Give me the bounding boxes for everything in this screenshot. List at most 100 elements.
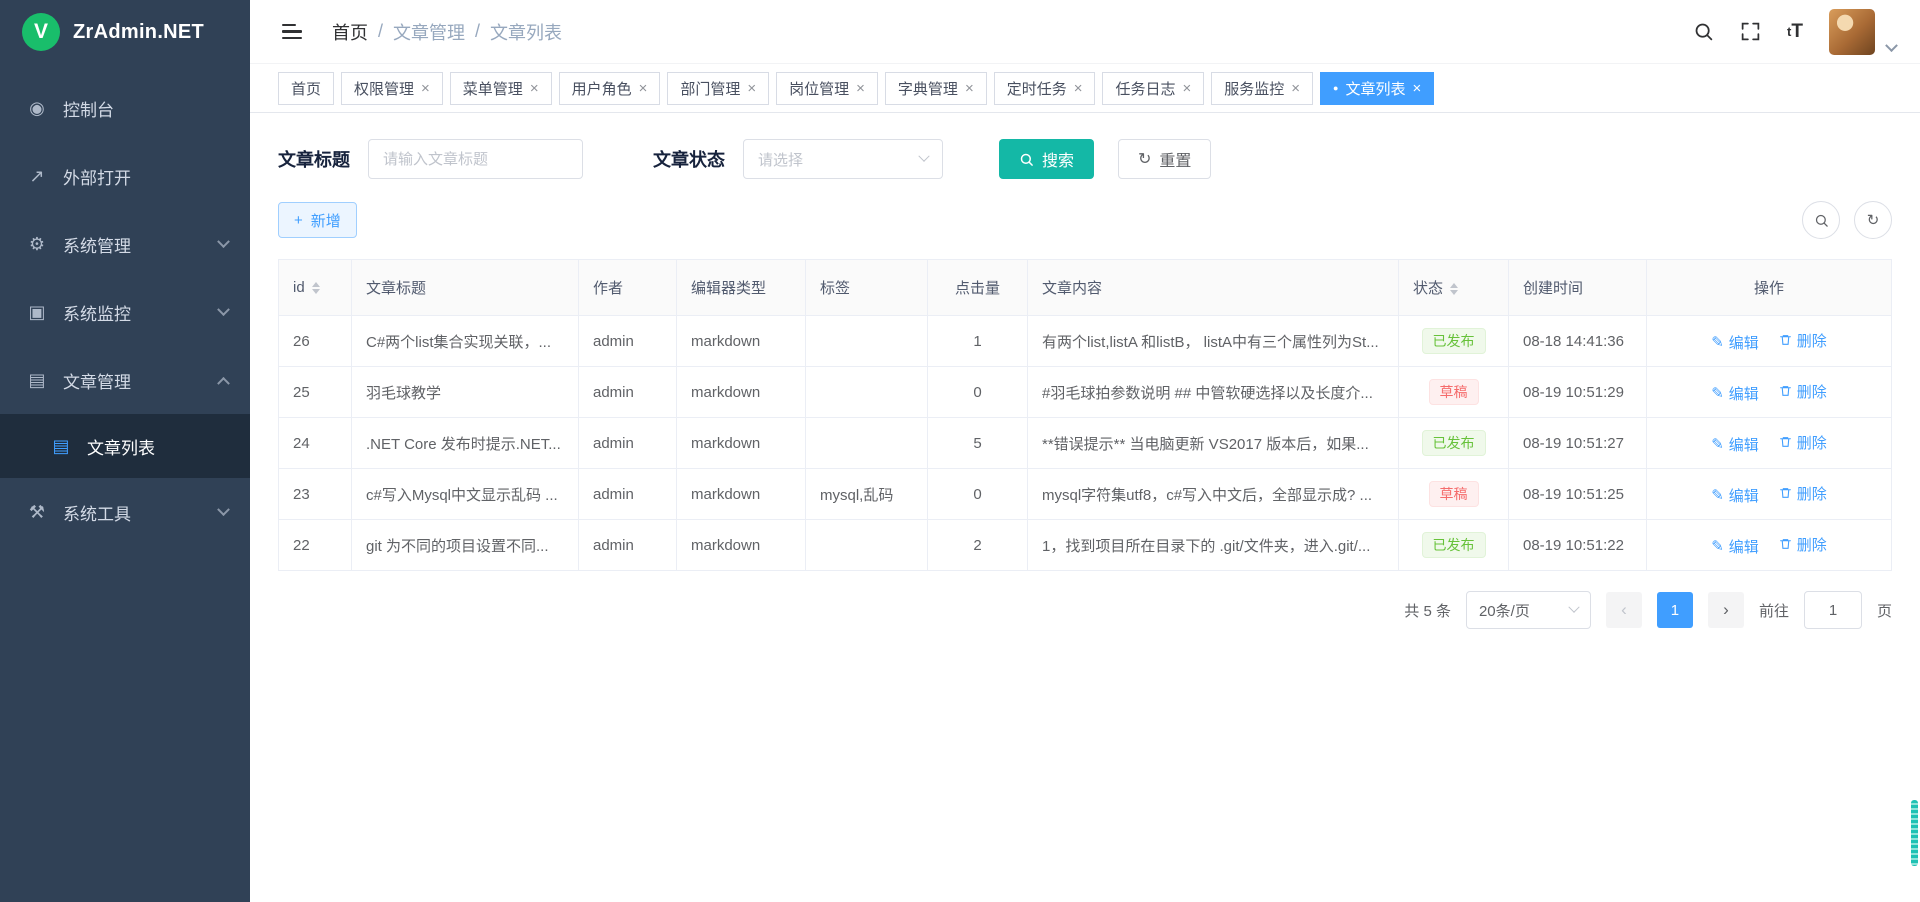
cell-content: **错误提示** 当电脑更新 VS2017 版本后，如果... [1028, 418, 1399, 469]
cell-created: 08-19 10:51:25 [1509, 469, 1647, 520]
article-status-select[interactable]: 请选择 [743, 139, 943, 179]
article-title-label: 文章标题 [278, 146, 350, 172]
cell-actions: ✎编辑删除 [1647, 367, 1892, 418]
table-header-row: id 文章标题 作者 编辑器类型 标签 点击量 文章内容 状态 创建时间 操作 [279, 260, 1892, 316]
close-icon[interactable]: × [421, 81, 430, 96]
close-icon[interactable]: × [856, 81, 865, 96]
article-title-input[interactable] [368, 139, 583, 179]
top-header: 首页 / 文章管理 / 文章列表 tT [250, 0, 1920, 64]
delete-link[interactable]: 删除 [1779, 483, 1827, 504]
sort-icon[interactable] [312, 282, 320, 294]
sidebar-item-system-admin[interactable]: ⚙ 系统管理 [0, 210, 250, 278]
delete-link[interactable]: 删除 [1779, 330, 1827, 351]
sidebar-item-label: 外部打开 [63, 164, 228, 189]
edit-link[interactable]: ✎编辑 [1711, 332, 1759, 353]
edit-link[interactable]: ✎编辑 [1711, 536, 1759, 557]
cell-status: 草稿 [1399, 367, 1509, 418]
edit-icon: ✎ [1711, 486, 1724, 504]
close-icon[interactable]: × [965, 81, 974, 96]
sidebar-item-system-tools[interactable]: ⚒ 系统工具 [0, 478, 250, 546]
cell-title: .NET Core 发布时提示.NET... [352, 418, 579, 469]
cell-actions: ✎编辑删除 [1647, 418, 1892, 469]
delete-link[interactable]: 删除 [1779, 381, 1827, 402]
chevron-down-icon [217, 503, 230, 516]
cell-created: 08-19 10:51:29 [1509, 367, 1647, 418]
tab-dictionary[interactable]: 字典管理 × [885, 72, 987, 105]
fullscreen-icon[interactable] [1740, 21, 1761, 42]
trash-icon [1779, 333, 1792, 347]
font-size-icon[interactable]: tT [1787, 21, 1803, 43]
scrollbar-thumb[interactable] [1911, 800, 1918, 866]
goto-page-input[interactable] [1804, 591, 1862, 629]
tab-task-log[interactable]: 任务日志 × [1102, 72, 1204, 105]
next-page-button[interactable]: › [1708, 592, 1744, 628]
sidebar-item-external-open[interactable]: ↗ 外部打开 [0, 142, 250, 210]
cell-editor: markdown [677, 367, 806, 418]
tab-scheduled-task[interactable]: 定时任务 × [994, 72, 1096, 105]
sidebar-item-system-monitor[interactable]: ▣ 系统监控 [0, 278, 250, 346]
prev-page-button[interactable]: ‹ [1606, 592, 1642, 628]
cell-created: 08-18 14:41:36 [1509, 316, 1647, 367]
close-icon[interactable]: × [1074, 81, 1083, 96]
tab-article-list[interactable]: ● 文章列表 × [1320, 72, 1434, 105]
breadcrumb-separator: / [475, 21, 480, 42]
cell-content: 有两个list,listA 和listB， listA中有三个属性列为St... [1028, 316, 1399, 367]
status-badge: 已发布 [1422, 532, 1486, 559]
column-header-status[interactable]: 状态 [1399, 260, 1509, 316]
cell-content: #羽毛球拍参数说明 ## 中管软硬选择以及长度介... [1028, 367, 1399, 418]
reset-button[interactable]: ↻ 重置 [1118, 139, 1211, 179]
content-area: 文章标题 文章状态 请选择 搜索 ↻ 重置 + 新增 [250, 113, 1920, 902]
breadcrumb-section[interactable]: 文章管理 [393, 19, 465, 45]
refresh-icon: ↻ [1867, 211, 1880, 229]
search-icon[interactable] [1693, 21, 1714, 42]
sidebar-item-dashboard[interactable]: ◉ 控制台 [0, 74, 250, 142]
cell-actions: ✎编辑删除 [1647, 316, 1892, 367]
search-button[interactable]: 搜索 [999, 139, 1094, 179]
column-header-id[interactable]: id [279, 260, 352, 316]
delete-link[interactable]: 删除 [1779, 534, 1827, 555]
cell-title: C#两个list集合实现关联，... [352, 316, 579, 367]
sort-icon[interactable] [1450, 283, 1458, 295]
sidebar-menu: ◉ 控制台 ↗ 外部打开 ⚙ 系统管理 ▣ 系统监控 ▤ 文章管理 ▤ 文章列表… [0, 74, 250, 546]
sidebar: V ZrAdmin.NET ◉ 控制台 ↗ 外部打开 ⚙ 系统管理 ▣ 系统监控… [0, 0, 250, 902]
avatar[interactable] [1829, 9, 1875, 55]
close-icon[interactable]: × [530, 81, 539, 96]
collapse-sidebar-icon[interactable] [278, 18, 306, 46]
edit-link[interactable]: ✎编辑 [1711, 434, 1759, 455]
toggle-search-button[interactable] [1802, 201, 1840, 239]
cell-status: 已发布 [1399, 520, 1509, 571]
cell-actions: ✎编辑删除 [1647, 520, 1892, 571]
sidebar-item-article-list[interactable]: ▤ 文章列表 [0, 414, 250, 478]
delete-link[interactable]: 删除 [1779, 432, 1827, 453]
refresh-table-button[interactable]: ↻ [1854, 201, 1892, 239]
app-title: ZrAdmin.NET [73, 21, 204, 44]
tab-menu-admin[interactable]: 菜单管理 × [450, 72, 552, 105]
cell-created: 08-19 10:51:22 [1509, 520, 1647, 571]
tab-user-role[interactable]: 用户角色 × [559, 72, 661, 105]
goto-label: 前往 [1759, 600, 1789, 621]
page-number-1[interactable]: 1 [1657, 592, 1693, 628]
chevron-down-icon[interactable] [1885, 39, 1898, 52]
sidebar-item-article-admin[interactable]: ▤ 文章管理 [0, 346, 250, 414]
tab-post[interactable]: 岗位管理 × [776, 72, 878, 105]
tab-home[interactable]: 首页 [278, 72, 334, 105]
tab-service-monitor[interactable]: 服务监控 × [1211, 72, 1313, 105]
cell-title: c#写入Mysql中文显示乱码 ... [352, 469, 579, 520]
cell-author: admin [579, 316, 677, 367]
breadcrumb-home[interactable]: 首页 [332, 19, 368, 45]
edit-link[interactable]: ✎编辑 [1711, 485, 1759, 506]
monitor-icon: ▣ [26, 302, 48, 323]
page-size-select[interactable]: 20条/页 [1466, 591, 1591, 629]
close-icon[interactable]: × [639, 81, 648, 96]
tab-department[interactable]: 部门管理 × [667, 72, 769, 105]
cell-author: admin [579, 520, 677, 571]
close-icon[interactable]: × [1413, 81, 1422, 96]
add-button[interactable]: + 新增 [278, 202, 357, 238]
close-icon[interactable]: × [747, 81, 756, 96]
cell-id: 24 [279, 418, 352, 469]
edit-link[interactable]: ✎编辑 [1711, 383, 1759, 404]
close-icon[interactable]: × [1291, 81, 1300, 96]
close-icon[interactable]: × [1183, 81, 1192, 96]
column-header-tags: 标签 [806, 260, 928, 316]
tab-permission[interactable]: 权限管理 × [341, 72, 443, 105]
